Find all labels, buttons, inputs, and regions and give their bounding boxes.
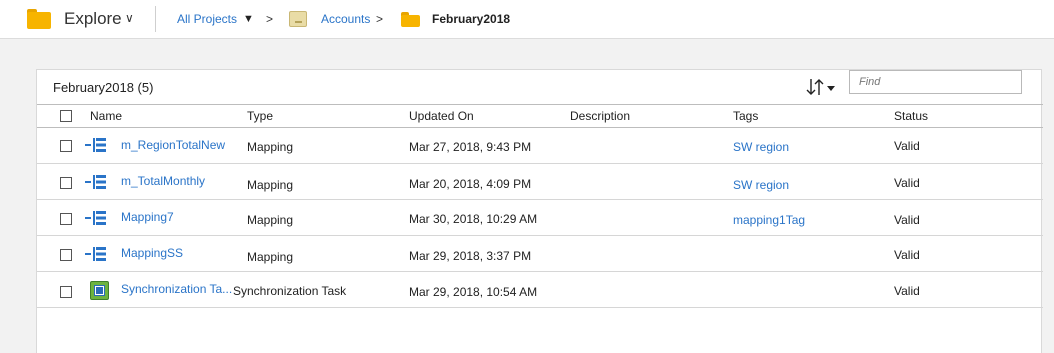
table-row[interactable]: m_RegionTotalNew Mapping Mar 27, 2018, 9… (37, 128, 1043, 164)
asset-name-link[interactable]: Synchronization Ta... (121, 282, 232, 296)
column-header-type[interactable]: Type (247, 109, 273, 123)
asset-name-link[interactable]: MappingSS (121, 246, 183, 260)
table-row[interactable]: Synchronization Ta... Synchronization Ta… (37, 272, 1043, 308)
asset-type: Mapping (247, 178, 294, 192)
asset-status: Valid (894, 248, 920, 262)
caret-down-icon[interactable]: ▼ (243, 13, 254, 25)
row-checkbox[interactable] (60, 286, 72, 298)
asset-updated-on: Mar 30, 2018, 10:29 AM (409, 212, 538, 226)
row-checkbox[interactable] (60, 249, 72, 261)
column-header-tags[interactable]: Tags (733, 109, 758, 123)
mapping-icon (85, 247, 106, 261)
mapping-icon (85, 211, 106, 225)
panel-title: February2018 (5) (53, 80, 154, 95)
table-header: Name Type Updated On Description Tags St… (37, 104, 1043, 128)
asset-status: Valid (894, 176, 920, 190)
asset-updated-on: Mar 29, 2018, 3:37 PM (409, 249, 532, 263)
asset-name-link[interactable]: Mapping7 (121, 210, 174, 224)
asset-tag-link[interactable]: SW region (733, 178, 789, 192)
row-checkbox[interactable] (60, 213, 72, 225)
folder-icon (401, 12, 420, 27)
asset-type: Mapping (247, 213, 294, 227)
mapping-icon (85, 175, 106, 189)
column-header-status[interactable]: Status (894, 109, 928, 123)
asset-updated-on: Mar 29, 2018, 10:54 AM (409, 285, 538, 299)
mapping-icon (85, 138, 106, 152)
synchronization-task-icon (90, 281, 109, 300)
divider (155, 6, 156, 32)
column-header-description[interactable]: Description (570, 109, 630, 123)
asset-tag-link[interactable]: mapping1Tag (733, 213, 805, 227)
asset-name-link[interactable]: m_RegionTotalNew (121, 138, 225, 152)
breadcrumb-separator: > (376, 12, 384, 26)
asset-status: Valid (894, 213, 920, 227)
row-checkbox[interactable] (60, 140, 72, 152)
folder-icon (27, 9, 51, 29)
table-row[interactable]: m_TotalMonthly Mapping Mar 20, 2018, 4:0… (37, 164, 1043, 200)
breadcrumb-current: February2018 (432, 12, 511, 26)
table-row[interactable]: MappingSS Mapping Mar 29, 2018, 3:37 PM … (37, 236, 1043, 272)
asset-tag-link[interactable]: SW region (733, 140, 789, 154)
find-input[interactable] (849, 70, 1022, 94)
explore-menu-label[interactable]: Explore (64, 9, 122, 29)
breadcrumb-accounts[interactable]: Accounts (321, 12, 370, 26)
asset-updated-on: Mar 20, 2018, 4:09 PM (409, 177, 532, 191)
asset-name-link[interactable]: m_TotalMonthly (121, 174, 205, 188)
top-bar: Explore ∨ All Projects ▼ > Accounts > Fe… (0, 0, 1054, 39)
asset-status: Valid (894, 284, 920, 298)
breadcrumb-all-projects[interactable]: All Projects (177, 12, 237, 26)
breadcrumb-separator: > (266, 12, 274, 26)
project-icon (289, 11, 307, 27)
asset-updated-on: Mar 27, 2018, 9:43 PM (409, 140, 532, 154)
asset-list-panel: February2018 (5) Name Type Updated On De… (36, 69, 1043, 353)
select-all-checkbox[interactable] (60, 110, 72, 122)
column-header-updated-on[interactable]: Updated On (409, 109, 474, 123)
chevron-down-icon[interactable]: ∨ (125, 11, 134, 25)
column-header-name[interactable]: Name (90, 109, 122, 123)
asset-type: Synchronization Task (233, 284, 347, 298)
asset-type: Mapping (247, 250, 294, 264)
asset-status: Valid (894, 139, 920, 153)
sort-icon[interactable] (804, 76, 840, 98)
table-row[interactable]: Mapping7 Mapping Mar 30, 2018, 10:29 AM … (37, 200, 1043, 236)
asset-type: Mapping (247, 140, 294, 154)
row-checkbox[interactable] (60, 177, 72, 189)
